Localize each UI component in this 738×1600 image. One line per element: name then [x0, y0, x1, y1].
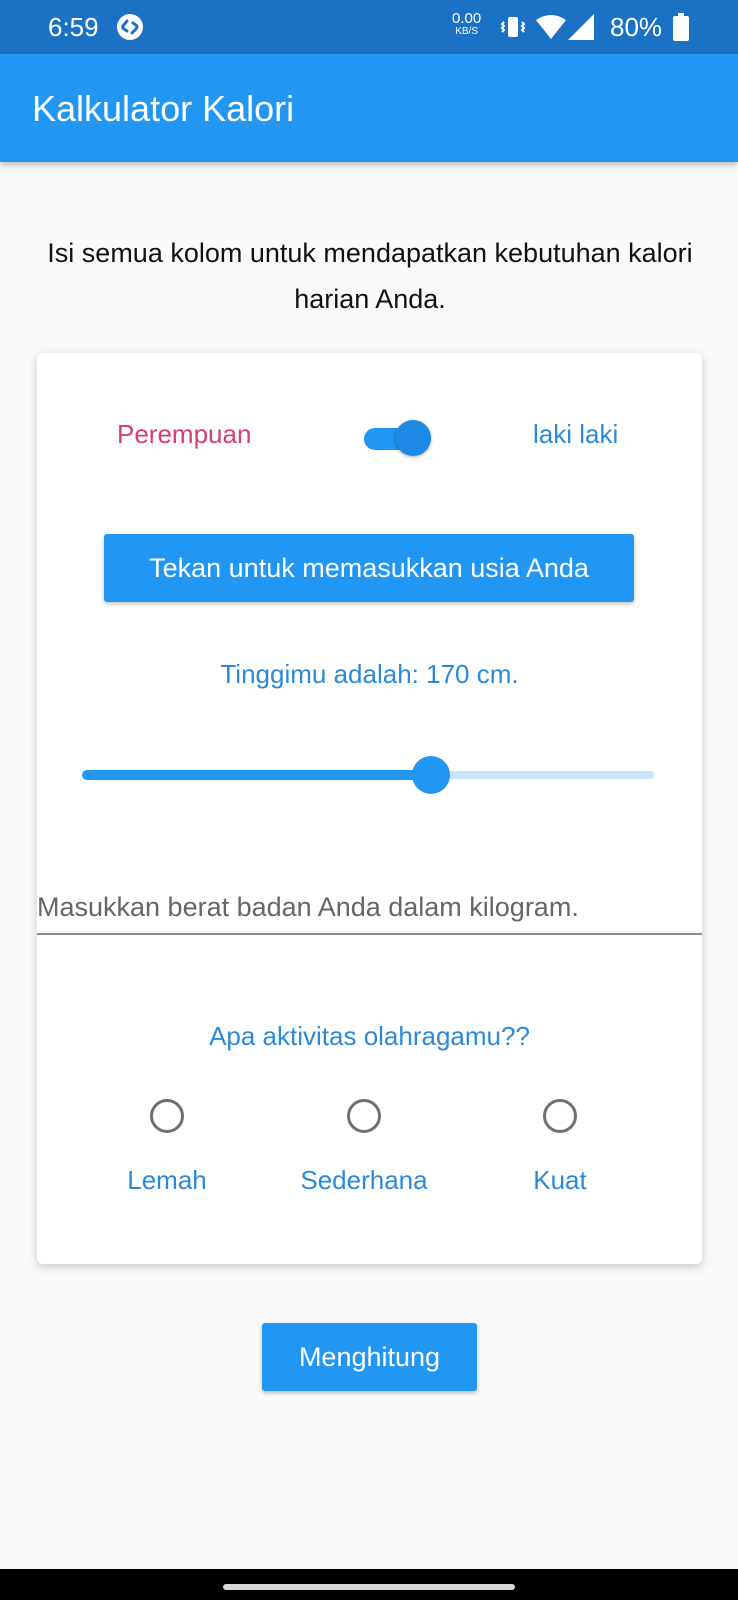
signal-icon	[568, 14, 594, 40]
network-speed: 0.00 KB/S	[452, 10, 482, 37]
radio-button[interactable]	[347, 1099, 381, 1133]
app-title: Kalkulator Kalori	[32, 88, 295, 129]
radio-label: Kuat	[533, 1165, 587, 1195]
shazam-icon	[117, 14, 143, 40]
battery-icon	[673, 13, 689, 41]
gender-switch[interactable]	[364, 420, 432, 456]
intro-text: Isi semua kolom untuk mendapatkan kebutu…	[47, 238, 693, 314]
switch-thumb	[395, 420, 431, 456]
status-time: 6:59	[48, 12, 99, 42]
calculate-button[interactable]: Menghitung	[262, 1323, 477, 1391]
radio-button[interactable]	[543, 1099, 577, 1133]
vibrate-icon	[500, 17, 526, 37]
radio-label: Lemah	[127, 1165, 207, 1195]
gender-male-label: laki laki	[533, 419, 619, 449]
radio-option-kuat[interactable]: Kuat	[480, 1099, 640, 1196]
activity-label: Apa aktivitas olahragamu??	[209, 1021, 530, 1051]
radio-option-sederhana[interactable]: Sederhana	[284, 1099, 444, 1196]
app-bar: Kalkulator Kalori	[0, 54, 738, 162]
height-slider[interactable]	[82, 755, 654, 795]
wifi-icon	[536, 15, 566, 39]
gender-female-label: Perempuan	[117, 419, 252, 449]
slider-thumb[interactable]	[411, 756, 450, 794]
status-bar: 6:59 0.00 KB/S 80%	[0, 0, 738, 54]
radio-option-lemah[interactable]: Lemah	[87, 1099, 247, 1196]
radio-label: Sederhana	[300, 1165, 428, 1195]
radio-button[interactable]	[150, 1099, 184, 1133]
input-card: Perempuan laki laki Tekan untuk memasukk…	[37, 353, 702, 1264]
navigation-bar	[0, 1569, 738, 1600]
weight-input[interactable]	[37, 881, 702, 935]
height-label: Tinggimu adalah: 170 cm.	[220, 659, 519, 689]
home-indicator[interactable]	[223, 1584, 515, 1590]
slider-active-track	[82, 770, 431, 780]
age-button[interactable]: Tekan untuk memasukkan usia Anda	[104, 534, 634, 602]
battery-percent: 80%	[610, 12, 663, 42]
